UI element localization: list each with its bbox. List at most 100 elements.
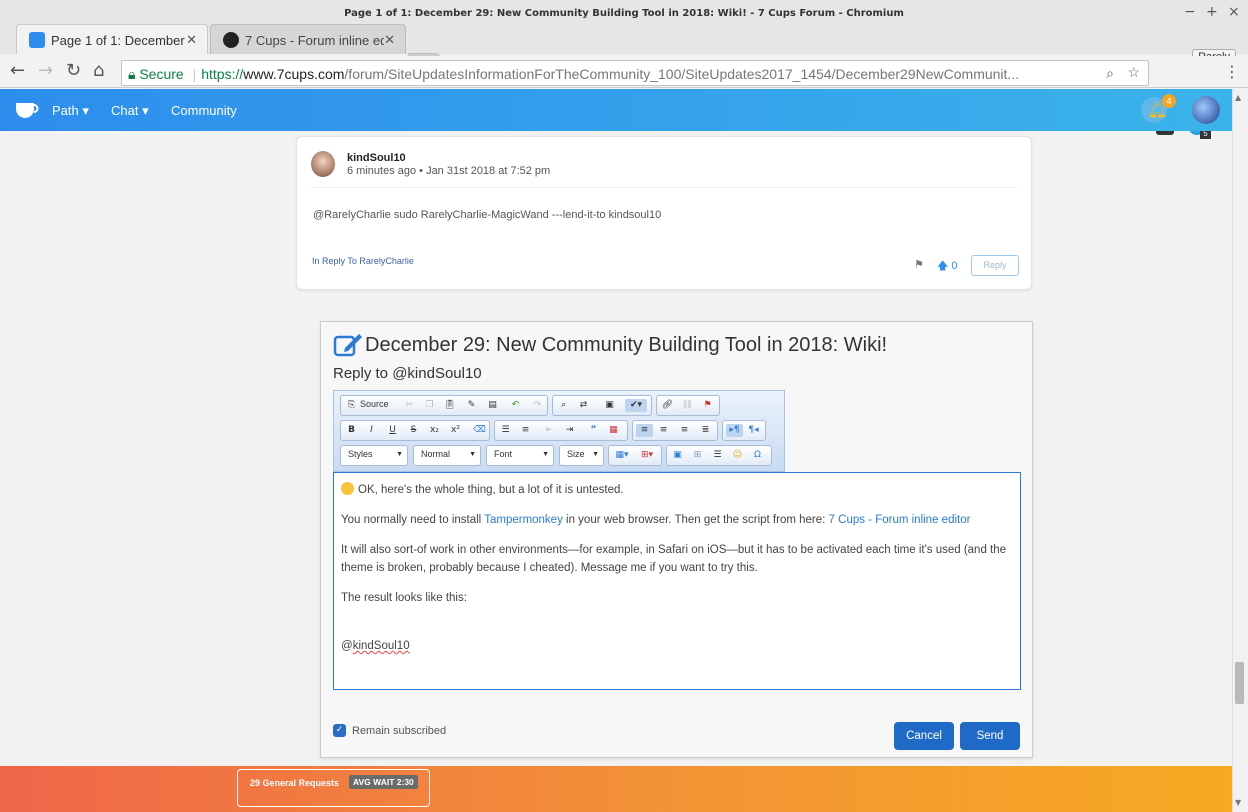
nav-path[interactable]: Path ▾ [52,103,89,119]
undo-icon[interactable]: ↶ [509,399,522,412]
align-center-icon[interactable]: ≡ [657,424,670,437]
post-timestamp: 6 minutes ago • Jan 31st 2018 at 7:52 pm [347,165,551,177]
remain-subscribed-label: Remain subscribed [352,725,447,737]
indent-icon[interactable]: ⇥ [563,424,576,437]
address-bar[interactable]: 🔒︎ Secure | https://www.7cups.com/forum/S… [121,60,1149,86]
paste-icon[interactable]: 📋︎ [443,399,456,412]
reload-icon[interactable]: ↻ [66,60,81,81]
upvote-arrow-icon: 🡅︎ [937,260,949,272]
image-icon[interactable]: ▣ [671,449,684,462]
requests-footer-bar [0,766,1232,812]
paste-word-icon[interactable]: ▤ [486,399,499,412]
numbered-list-icon[interactable]: ☰ [499,424,512,437]
editor-content-area[interactable]: OK, here's the whole thing, but a lot of… [333,472,1021,690]
inline-editor-script-link[interactable]: 7 Cups - Forum inline editor [829,514,971,526]
tampermonkey-link[interactable]: Tampermonkey [484,514,563,526]
chevron-down-icon: ▼ [542,451,549,458]
underline-icon[interactable]: U [386,424,399,437]
select-all-icon[interactable]: ▣ [603,399,616,412]
text-color-icon[interactable]: ▦▾ [613,449,631,462]
post-author-avatar[interactable] [311,151,335,177]
font-dropdown[interactable]: Font ▼ [486,445,554,466]
forward-arrow-icon[interactable]: → [38,60,53,81]
scroll-up-icon[interactable]: ▲ [1235,93,1241,102]
site-navbar: Path ▾ Chat ▾ Community [0,89,1232,131]
user-avatar[interactable] [1192,96,1220,124]
size-dropdown[interactable]: Size ▼ [559,445,604,466]
tab-label: 7 Cups - Forum inline ed [245,33,388,48]
format-dropdown[interactable]: Normal ▼ [413,445,481,466]
scroll-down-icon[interactable]: ▼ [1235,798,1241,807]
secure-label: Secure [139,66,184,82]
content-paragraph-3: It will also sort-of work in other envir… [341,544,1007,574]
close-tab-icon[interactable]: ✕ [384,32,395,48]
bookmark-star-icon[interactable]: ☆ [1127,64,1140,81]
link-icon[interactable]: 🔗︎ [661,399,674,412]
blockquote-icon[interactable]: ” [587,424,600,437]
remain-subscribed-checkbox[interactable]: ✓ [333,724,346,737]
back-arrow-icon[interactable]: ← [10,60,25,81]
chevron-down-icon: ▼ [469,451,476,458]
subscript-icon[interactable]: x₂ [428,424,441,437]
table-icon[interactable]: ⊞▾ [637,449,657,462]
tab-inline-editor[interactable]: 7 Cups - Forum inline ed ✕ [210,24,406,54]
align-left-icon[interactable]: ≡ [636,424,653,437]
minimize-icon[interactable]: − [1184,4,1196,20]
tab-forum-page[interactable]: Page 1 of 1: December ✕ [16,24,208,54]
browser-toolbar: ← → ↻ ⌂ 🔒︎ Secure | https://www.7cups.com… [0,56,1248,139]
justify-icon[interactable]: ≣ [699,424,712,437]
emoji-icon [341,482,354,495]
close-window-icon[interactable]: × [1228,4,1240,20]
superscript-icon[interactable]: x² [449,424,462,437]
content-paragraph-1: OK, here's the whole thing, but a lot of… [358,484,624,496]
send-button[interactable]: Send [960,722,1020,750]
source-button[interactable]: Source [360,399,389,409]
outdent-icon[interactable]: ⇤ [543,424,556,437]
unlink-icon[interactable]: ⛓ [681,399,694,412]
nav-chat[interactable]: Chat ▾ [111,103,149,119]
menu-icon[interactable]: ⋮ [1224,62,1240,81]
tab-strip: Page 1 of 1: December ✕ 7 Cups - Forum i… [0,22,1248,71]
cut-icon[interactable]: ✂ [403,399,416,412]
horizontal-rule-icon[interactable]: ☰ [711,449,724,462]
replace-icon[interactable]: ⇄ [577,399,590,412]
spellcheck-icon[interactable]: ✔▾ [625,399,647,412]
home-icon[interactable]: ⌂ [93,60,104,81]
bold-icon[interactable]: B [345,424,358,437]
styles-label: Styles [348,449,373,459]
anchor-icon[interactable]: ⚑ [701,399,714,412]
rtl-icon[interactable]: ¶◂ [747,424,760,437]
content-paragraph-2-middle: in your web browser. Then get the script… [562,514,829,526]
reply-button[interactable]: Reply [971,255,1019,276]
nav-community[interactable]: Community [171,103,237,118]
remove-format-icon[interactable]: ⌫ [473,424,486,437]
italic-icon[interactable]: I [365,424,378,437]
close-tab-icon[interactable]: ✕ [186,32,197,48]
cancel-button[interactable]: Cancel [894,722,954,750]
special-char-icon[interactable]: Ω [751,449,764,462]
paste-text-icon[interactable]: ✎ [465,399,478,412]
source-icon[interactable]: ⎘ [345,399,358,412]
redo-icon[interactable]: ↷ [531,399,544,412]
bullet-list-icon[interactable]: ≡ [519,424,532,437]
align-right-icon[interactable]: ≡ [678,424,691,437]
find-icon[interactable]: ⌕ [557,399,570,412]
div-icon[interactable]: ▦ [607,424,620,437]
upvote-button[interactable]: 🡅︎ 0 [937,257,958,276]
url-scheme: https:// [201,66,244,82]
smiley-icon[interactable]: ☺ [731,449,744,462]
7cups-logo-icon[interactable] [13,97,39,121]
insert-table-icon[interactable]: ⊞ [691,449,704,462]
in-reply-to-link[interactable]: In Reply To RarelyCharlie [312,256,414,266]
copy-icon[interactable]: ❐ [423,399,436,412]
zoom-icon[interactable]: ⌕ [1106,65,1114,82]
strikethrough-icon[interactable]: S [407,424,420,437]
post-author-name[interactable]: kindSoul10 [347,152,406,164]
ltr-icon[interactable]: ▸¶ [726,424,743,437]
styles-dropdown[interactable]: Styles ▼ [340,445,408,466]
scrollbar-thumb[interactable] [1235,662,1244,704]
flag-icon[interactable]: ⚑ [914,258,924,271]
editor-subtitle: Reply to @kindSoul10 [333,365,482,382]
edit-pencil-icon [333,334,362,357]
maximize-icon[interactable]: + [1206,4,1218,20]
